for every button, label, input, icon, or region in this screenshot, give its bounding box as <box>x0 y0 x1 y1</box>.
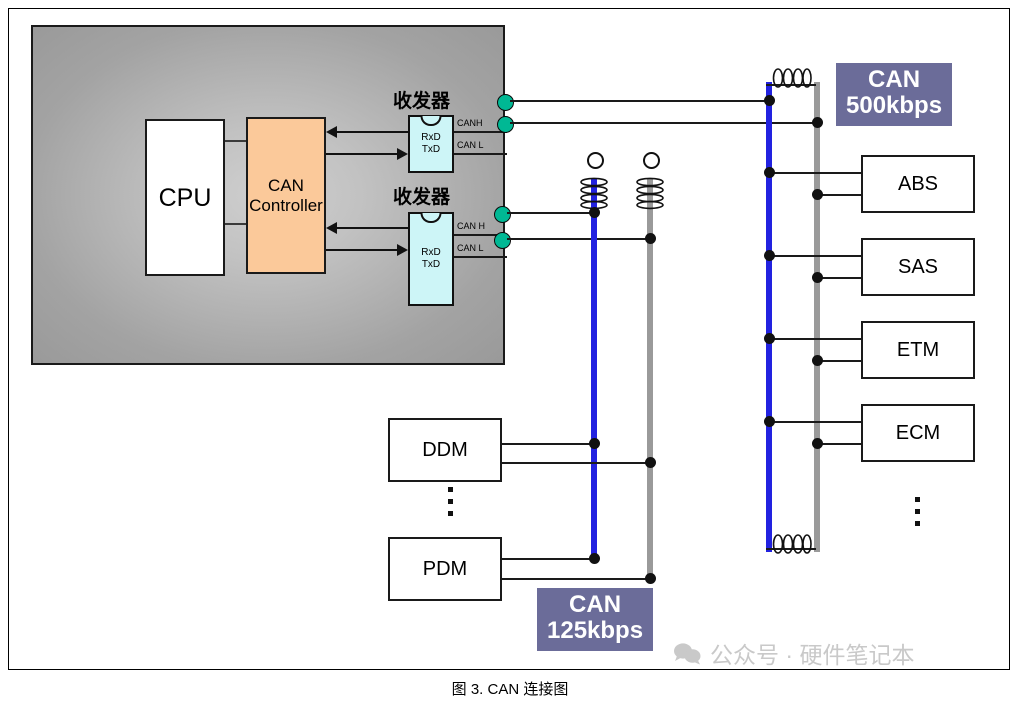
bus500-canh-trunk <box>766 82 772 552</box>
bus500-more-nodes-indicator <box>915 497 920 526</box>
module-sas: SAS <box>861 238 975 296</box>
bus125-badge-line2: 125kbps <box>547 617 644 645</box>
transceiver-2-rxd-label: RxD <box>421 246 441 258</box>
wire-ecu-to-bus125-canl <box>507 238 652 240</box>
module-abs: ABS <box>861 155 975 213</box>
bus500-badge-line1: CAN <box>868 66 921 93</box>
wire-etm-canh <box>766 338 863 340</box>
bus500-canl-trunk <box>814 82 820 552</box>
transceiver-2-title: 收发器 <box>393 187 451 208</box>
transceiver-2-txd-arrow <box>397 244 408 256</box>
transceiver-1-txd-line <box>326 153 397 155</box>
transceiver-1-txd-label: TxD <box>421 144 441 155</box>
ecu-pin-canh-2 <box>494 206 511 223</box>
bus500-junction-etm-canh <box>764 333 775 344</box>
bus500-junction-abs-canh <box>764 167 775 178</box>
module-etm: ETM <box>861 321 975 379</box>
transceiver-2-txd-label: TxD <box>421 259 441 270</box>
transceiver-2-canl-label: CAN L <box>457 243 484 253</box>
module-ecm-label: ECM <box>895 421 941 444</box>
bus500-junction-ecm-canl <box>812 438 823 449</box>
module-pdm: PDM <box>388 537 502 601</box>
ecu-pin-canl-2 <box>494 232 511 249</box>
transceiver-2-canh-label: CAN H <box>457 221 486 231</box>
transceiver-1-txd-arrow <box>397 148 408 160</box>
bus500-junction-ecu-canl <box>812 117 823 128</box>
bus500-junction-ecm-canh <box>764 416 775 427</box>
transceiver-2-canl-wire <box>454 256 507 258</box>
bus125-junction-ddm-canl <box>645 457 656 468</box>
ecu-pin-canh-1 <box>497 94 514 111</box>
wire-ecm-canh <box>766 421 863 423</box>
bus500-junction-sas-canl <box>812 272 823 283</box>
transceiver-2: RxD TxD <box>408 212 454 306</box>
wire-sas-canh <box>766 255 863 257</box>
module-etm-label: ETM <box>896 338 940 361</box>
transceiver-1-canh-wire <box>454 131 507 133</box>
transceiver-1-canh-label: CANH <box>457 118 483 128</box>
bus500-badge-line2: 500kbps <box>846 92 943 120</box>
wire-ecu-to-bus125-canh <box>507 212 596 214</box>
ecu-enclosure: CPU CAN Controller 收发器 RxD TxD CANH CAN … <box>31 25 507 365</box>
transceiver-2-rxd-line <box>337 227 408 229</box>
transceiver-1-rxd-arrow <box>326 126 337 138</box>
transceiver-1-rxd-label: RxD <box>421 131 441 143</box>
bus125-junction-ddm-canh <box>589 438 600 449</box>
wire-ecu-to-bus500-canh <box>510 100 768 102</box>
wire-ddm-canh <box>502 443 595 445</box>
transceiver-1-title: 收发器 <box>393 91 451 112</box>
bus500-bottom-termination-resistor-icon <box>772 534 812 554</box>
bus500-junction-sas-canh <box>764 250 775 261</box>
transceiver-1-canl-label: CAN L <box>457 140 484 150</box>
bus125-badge-line1: CAN <box>569 591 622 618</box>
bus125-junction-ecu-canl <box>645 233 656 244</box>
module-abs-label: ABS <box>897 172 939 195</box>
bus500-speed-badge: CAN 500kbps <box>836 63 953 126</box>
wire-pdm-canh <box>502 558 595 560</box>
diagram-page: CPU CAN Controller 收发器 RxD TxD CANH CAN … <box>0 0 1020 705</box>
module-ecm: ECM <box>861 404 975 462</box>
wire-ddm-canl <box>502 462 651 464</box>
bus500-junction-etm-canl <box>812 355 823 366</box>
figure-caption: 图 3. CAN 连接图 <box>451 681 569 698</box>
can-controller-block: CAN Controller <box>246 117 326 274</box>
transceiver-1-rxd-line <box>337 131 408 133</box>
cpu-block: CPU <box>145 119 225 276</box>
bus125-more-nodes-indicator <box>448 487 453 516</box>
cpu-controller-link-lower <box>225 223 246 225</box>
bus125-canh-open-terminal <box>587 152 604 169</box>
bus125-canl-open-terminal <box>643 152 660 169</box>
bus125-junction-pdm-canh <box>589 553 600 564</box>
bus125-speed-badge: CAN 125kbps <box>537 588 654 651</box>
can-controller-label-line1: CAN <box>268 176 304 196</box>
ecu-pin-canl-1 <box>497 116 514 133</box>
transceiver-1-canl-wire <box>454 153 507 155</box>
transceiver-2-txd-line <box>326 249 397 251</box>
bus500-junction-abs-canl <box>812 189 823 200</box>
wire-pdm-canl <box>502 578 651 580</box>
bus500-top-termination-resistor-icon <box>772 68 812 88</box>
bus125-junction-pdm-canl <box>645 573 656 584</box>
transceiver-2-notch <box>420 213 442 223</box>
cpu-controller-link-upper <box>225 140 246 142</box>
bus125-canh-trunk <box>591 178 597 560</box>
transceiver-1-notch <box>420 116 442 126</box>
module-ddm: DDM <box>388 418 502 482</box>
module-sas-label: SAS <box>897 255 939 278</box>
transceiver-2-rxd-arrow <box>326 222 337 234</box>
module-pdm-label: PDM <box>422 557 468 580</box>
wire-abs-canh <box>766 172 863 174</box>
bus125-canl-choke-icon <box>636 177 664 210</box>
bus125-junction-ecu-canh <box>589 207 600 218</box>
transceiver-1: RxD TxD <box>408 115 454 173</box>
can-controller-label-line2: Controller <box>249 195 323 215</box>
bus125-canh-choke-icon <box>580 177 608 210</box>
bus500-junction-ecu-canh <box>764 95 775 106</box>
module-ddm-label: DDM <box>422 438 468 461</box>
cpu-label: CPU <box>158 183 212 212</box>
